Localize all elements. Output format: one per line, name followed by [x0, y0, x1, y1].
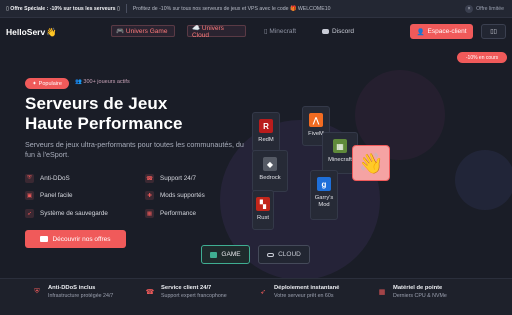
client-area-button[interactable]: 👤 Espace-client: [410, 24, 473, 39]
shield-icon: ⛨: [34, 288, 40, 295]
main-nav: HelloServ👋 🎮 Univers Game ☁️ Univers Clo…: [0, 19, 512, 46]
wave-icon: 👋: [46, 27, 57, 37]
fivem-icon: ⋀: [309, 113, 323, 127]
nav-univers-game[interactable]: 🎮 Univers Game: [111, 25, 175, 37]
toggle-game-label: GAME: [221, 251, 241, 258]
rocket-icon: ➶: [260, 289, 266, 296]
footer-item-title: Service client 24/7: [161, 285, 212, 291]
rust-icon: ▚: [256, 197, 270, 211]
feature-label: Mods supportés: [160, 192, 205, 199]
feature-label: Performance: [160, 210, 197, 217]
toggle-game[interactable]: GAME: [201, 245, 250, 264]
footer-item: ☎ Service client 24/7 Support expert fra…: [145, 285, 227, 299]
game-label: Rust: [257, 215, 269, 221]
close-label: Offre limitée: [476, 5, 504, 12]
feature-item: ☎ Support 24/7: [145, 174, 196, 183]
game-card-rust[interactable]: ▚ Rust: [252, 190, 274, 230]
flame-icon: ✦: [32, 80, 37, 87]
cloud-icon: [267, 252, 275, 257]
hero-title-line1: Serveurs de Jeux: [25, 94, 168, 113]
hero-description: Serveurs de jeux ultra-performants pour …: [25, 140, 244, 159]
discount-badge: -10% en cours: [457, 52, 507, 63]
feature-label: Anti-DDoS: [40, 175, 70, 182]
announcement-bar: ▯ Offre Spéciale : -10% sur tous les ser…: [0, 0, 512, 18]
discover-offers-button[interactable]: Découvrir nos offres: [25, 230, 126, 248]
footer-item-subtitle: Infrastructure protégée 24/7: [48, 293, 114, 299]
feature-label: Système de sauvegarde: [40, 210, 108, 217]
users-icon: 👥: [75, 79, 82, 85]
redm-icon: R: [259, 119, 273, 133]
nav-univers-cloud[interactable]: ☁️ Univers Cloud: [187, 25, 246, 39]
footer-item-subtitle: Votre serveur prêt en 60s: [274, 293, 334, 299]
feature-item: ▣ Panel facile: [25, 191, 73, 200]
chip-icon: ▦: [378, 289, 386, 296]
feature-item: ➶ Système de sauvegarde: [25, 209, 108, 218]
game-card-bedrock[interactable]: ◆ Bedrock: [252, 150, 288, 192]
footer-item-subtitle: Derniers CPU & NVMe: [393, 293, 447, 299]
offer-text: ▯ Offre Spéciale : -10% sur tous les ser…: [6, 5, 120, 12]
panel-icon: ▣: [25, 191, 34, 200]
chip-icon: ▦: [145, 209, 154, 218]
shield-icon: ⛨: [25, 174, 34, 183]
gamepad-icon: [40, 236, 49, 242]
site-logo[interactable]: HelloServ👋: [6, 27, 57, 38]
footer-item: ▦ Matériel de pointe Derniers CPU & NVMe: [377, 285, 447, 299]
waving-hand-icon: 👋: [352, 145, 390, 181]
menu-icon: ▯▯: [490, 29, 497, 35]
footer-item-subtitle: Support expert francophone: [161, 293, 227, 299]
logo-text: HelloServ: [6, 27, 46, 37]
footer-item-title: Déploiement instantané: [274, 285, 340, 291]
background-blob: [455, 150, 512, 210]
nav-discord[interactable]: Discord: [318, 25, 358, 37]
popular-label: Populaire: [38, 80, 62, 87]
toggle-cloud-label: CLOUD: [278, 251, 301, 258]
rocket-icon: ➶: [25, 209, 34, 218]
garrys-mod-icon: g: [317, 177, 331, 191]
footer-item: ➶ Déploiement instantané Votre serveur p…: [258, 285, 339, 299]
close-icon: ×: [465, 4, 474, 13]
feature-item: ✚ Mods supportés: [145, 191, 205, 200]
feature-label: Panel facile: [40, 192, 73, 199]
game-label: Bedrock: [259, 175, 281, 181]
footer-item: ⛨ Anti-DDoS inclus Infrastructure protég…: [32, 285, 113, 299]
footer-item-title: Matériel de pointe: [393, 285, 443, 291]
divider: [125, 4, 127, 13]
footer-item-title: Anti-DDoS inclus: [48, 285, 96, 291]
active-players: 👥 300+ joueurs actifs: [75, 79, 130, 85]
game-card-garrys-mod[interactable]: g Garry's Mod: [310, 170, 338, 220]
active-players-label: 300+ joueurs actifs: [83, 79, 130, 85]
feature-item: ⛨ Anti-DDoS: [25, 174, 70, 183]
minecraft-icon: ▦: [333, 139, 347, 153]
game-card-redm[interactable]: R RedM: [252, 112, 280, 152]
bedrock-icon: ◆: [263, 157, 277, 171]
discover-offers-label: Découvrir nos offres: [52, 235, 111, 243]
headset-icon: ☎: [145, 289, 155, 296]
discord-icon: [322, 28, 329, 34]
game-label: Garry's Mod: [314, 195, 334, 208]
game-label: RedM: [258, 137, 274, 143]
close-offer-button[interactable]: × Offre limitée: [465, 4, 504, 13]
discount-label: -10% en cours: [465, 54, 499, 61]
menu-button[interactable]: ▯▯: [481, 24, 506, 39]
hero-title-line2: Haute Performance: [25, 114, 183, 133]
feature-item: ▦ Performance: [145, 209, 196, 218]
client-area-label: Espace-client: [427, 28, 467, 35]
headset-icon: ☎: [145, 174, 154, 183]
nav-minecraft[interactable]: ▯ Minecraft: [260, 25, 306, 37]
promo-text: Profitez de -10% sur tous nos serveurs d…: [132, 5, 331, 12]
toggle-cloud[interactable]: CLOUD: [258, 245, 310, 264]
discord-label: Discord: [331, 27, 354, 35]
gamepad-icon: [210, 251, 218, 258]
user-icon: 👤: [416, 28, 425, 36]
popular-badge: ✦ Populaire: [25, 78, 69, 89]
puzzle-icon: ✚: [145, 191, 154, 200]
feature-label: Support 24/7: [160, 175, 197, 182]
game-label: Minecraft: [328, 157, 352, 163]
